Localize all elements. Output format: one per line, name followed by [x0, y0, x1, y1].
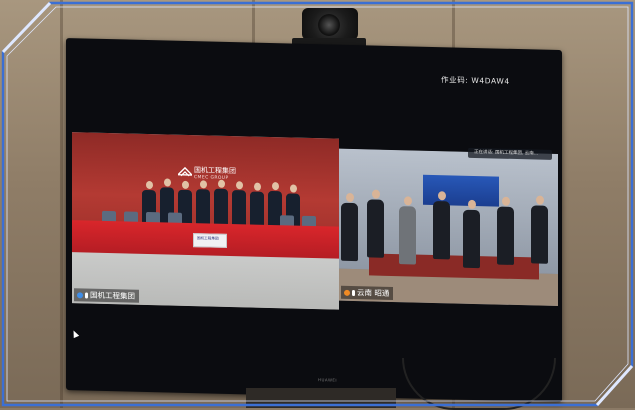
person — [196, 180, 210, 228]
speaker-notice[interactable]: 正在讲话: 国机工程集团, 云南... — [468, 147, 552, 160]
tv-screen: 作业码: W4DAW4 国机工程集团 CMEC GROUP 国机工程集团 国机工… — [66, 38, 562, 403]
person — [341, 192, 358, 262]
wall-panel-seam — [60, 0, 63, 408]
person — [463, 199, 480, 269]
tv-stand — [246, 388, 396, 408]
mouse-cursor-icon — [70, 329, 80, 339]
person — [497, 196, 514, 265]
video-tile-right[interactable]: 云南 昭通 — [339, 148, 558, 307]
company-logo-icon — [178, 166, 192, 177]
person — [250, 182, 264, 230]
meeting-code: 作业码: W4DAW4 — [441, 75, 510, 86]
participant-label-left: 国机工程集团 — [74, 288, 139, 303]
microphone-icon — [352, 289, 355, 296]
camera-lens — [318, 14, 340, 36]
person — [433, 191, 450, 260]
participant-name: 云南 昭通 — [357, 288, 390, 298]
participant-name: 国机工程集团 — [90, 290, 135, 301]
microphone-icon — [85, 291, 88, 299]
participant-label-right: 云南 昭通 — [341, 285, 394, 301]
person — [232, 181, 246, 229]
person — [367, 189, 384, 258]
user-icon — [77, 291, 83, 298]
placard-text: 国机工程集团 — [197, 236, 219, 241]
video-tile-left[interactable]: 国机工程集团 CMEC GROUP 国机工程集团 国机工程集团 — [72, 132, 339, 310]
user-icon — [344, 289, 350, 296]
name-placard: 国机工程集团 — [193, 233, 227, 248]
person — [399, 196, 416, 265]
person — [214, 179, 228, 227]
tv-brand-logo: HUAWEI — [318, 377, 338, 383]
person — [531, 195, 548, 264]
